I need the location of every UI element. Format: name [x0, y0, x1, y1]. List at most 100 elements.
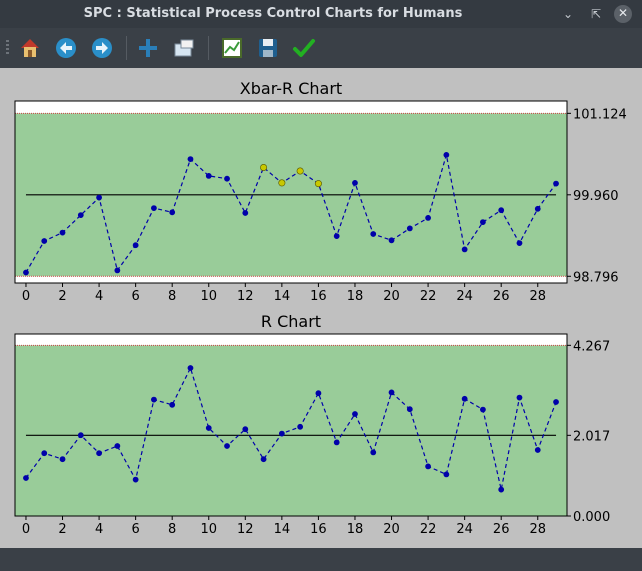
toolbar-grip[interactable]: [6, 40, 9, 56]
data-point: [242, 426, 249, 433]
x-tick-label: 24: [456, 289, 473, 304]
x-tick-label: 6: [131, 522, 139, 537]
data-point: [114, 443, 121, 449]
y-tick-label: 0.000: [573, 510, 610, 525]
x-tick-label: 20: [383, 522, 400, 537]
data-point: [169, 401, 176, 408]
data-point: [260, 456, 267, 463]
pan-icon[interactable]: [136, 36, 160, 60]
data-point: [278, 430, 285, 437]
data-point: [41, 450, 48, 457]
x-tick-label: 12: [237, 289, 254, 304]
violation-point: [296, 167, 304, 175]
data-point: [516, 240, 523, 246]
forward-icon[interactable]: [90, 36, 114, 60]
data-point: [132, 476, 139, 483]
x-tick-label: 4: [95, 289, 103, 304]
data-point: [187, 156, 194, 162]
data-point: [333, 233, 340, 239]
save-icon[interactable]: [256, 36, 280, 60]
x-tick-label: 28: [529, 522, 546, 537]
violation-point: [314, 180, 322, 188]
x-tick-label: 8: [168, 522, 176, 537]
x-tick-label: 0: [22, 289, 30, 304]
data-point: [242, 210, 249, 216]
data-point: [443, 471, 450, 478]
data-point: [388, 237, 395, 244]
data-point: [132, 242, 139, 249]
status-bar: [0, 548, 642, 571]
window-titlebar: SPC : Statistical Process Control Charts…: [0, 0, 642, 28]
x-tick-label: 4: [95, 522, 103, 537]
y-tick-label: 101.124: [573, 107, 627, 122]
data-point: [480, 219, 486, 225]
xbar-chart-title: Xbar-R Chart: [240, 79, 342, 98]
data-point: [388, 389, 395, 396]
x-tick-label: 2: [58, 522, 66, 537]
data-point: [187, 365, 194, 371]
data-point: [114, 267, 121, 274]
x-tick-label: 26: [493, 522, 510, 537]
toolbar-separator: [126, 36, 127, 60]
x-tick-label: 18: [347, 289, 364, 304]
x-tick-label: 12: [237, 522, 254, 537]
data-point: [224, 175, 230, 182]
x-tick-label: 2: [58, 289, 66, 304]
r-chart-title: R Chart: [261, 312, 321, 331]
maximize-icon[interactable]: ⇱: [588, 6, 604, 22]
data-point: [553, 180, 559, 187]
data-point: [77, 432, 84, 439]
data-point: [41, 238, 48, 244]
x-tick-label: 0: [22, 522, 30, 537]
data-point: [59, 229, 66, 236]
x-tick-label: 18: [347, 522, 364, 537]
r-chart: R Chart 0 2 4 6 8 10 12 14 16 18 20 22 24 26 284.2672.…: [14, 312, 610, 537]
x-tick-label: 14: [274, 522, 291, 537]
toolbar: [0, 28, 642, 68]
home-icon[interactable]: [18, 36, 42, 60]
x-tick-label: 28: [529, 289, 546, 304]
x-tick-label: 20: [383, 289, 400, 304]
data-point: [498, 207, 505, 214]
x-tick-label: 22: [420, 522, 437, 537]
data-point: [370, 449, 377, 456]
data-point: [205, 425, 212, 431]
spc-figure: Xbar-R Chart 0 2 4 6 8 10 12 14 16 18 20 22 24 26 2810…: [14, 79, 627, 537]
back-icon[interactable]: [54, 36, 78, 60]
data-point: [23, 269, 29, 276]
data-point: [297, 423, 304, 430]
data-point: [553, 399, 559, 405]
data-point: [352, 180, 358, 186]
violation-point: [278, 179, 286, 187]
data-point: [96, 450, 102, 457]
data-point: [169, 209, 176, 216]
data-point: [425, 463, 431, 470]
y-tick-label: 4.267: [573, 339, 610, 354]
data-point: [224, 443, 230, 449]
x-tick-label: 10: [200, 289, 217, 304]
data-point: [406, 225, 413, 232]
x-tick-label: 26: [493, 289, 510, 304]
x-tick-label: 8: [168, 289, 176, 304]
zoom-icon[interactable]: [172, 36, 196, 60]
data-point: [96, 194, 102, 201]
subplots-icon[interactable]: [220, 36, 244, 60]
y-tick-label: 98.796: [573, 270, 619, 285]
toolbar-separator: [208, 36, 209, 60]
minimize-icon[interactable]: ⌄: [560, 6, 576, 22]
x-tick-label: 22: [420, 289, 437, 304]
close-icon[interactable]: ✕: [614, 5, 632, 23]
data-point: [461, 395, 468, 402]
data-point: [534, 447, 541, 453]
x-tick-label: 24: [456, 522, 473, 537]
data-point: [443, 152, 450, 158]
y-tick-label: 2.017: [573, 429, 610, 444]
data-point: [370, 231, 377, 237]
data-point: [59, 456, 66, 463]
x-tick-label: 16: [310, 522, 327, 537]
x-tick-label: 16: [310, 289, 327, 304]
y-tick-label: 99.960: [573, 189, 619, 204]
data-point: [23, 475, 29, 481]
check-icon[interactable]: [292, 36, 316, 60]
data-point: [205, 173, 212, 179]
